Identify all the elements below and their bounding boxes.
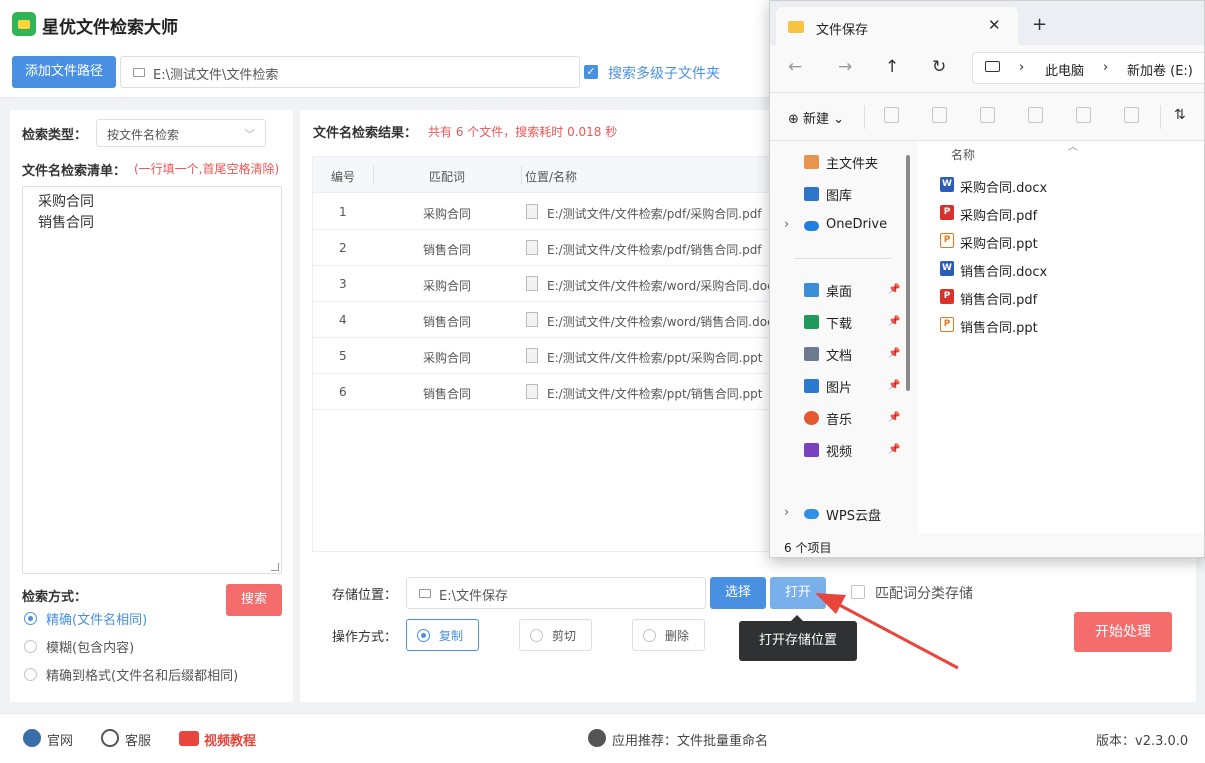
main-app-window: 星优文件检索大师 添加文件路径 E:\测试文件\文件检索 ✓ 搜索多级子文件夹 … (0, 0, 1205, 763)
annotation-arrow (815, 593, 959, 670)
